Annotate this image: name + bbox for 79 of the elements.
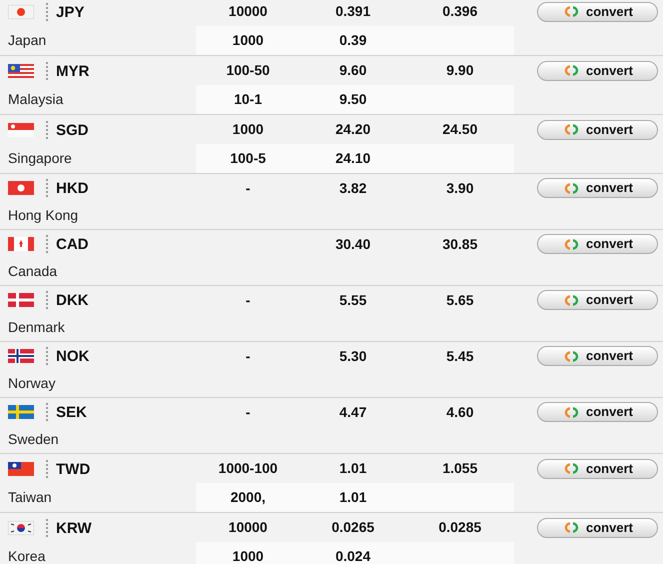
country-name: Singapore: [8, 149, 72, 168]
buy-rate-cell-text: 0.0265: [332, 518, 374, 537]
country-name: Sweden: [8, 430, 59, 449]
sell-rate-cell-text: 5.45: [446, 346, 474, 366]
country-name: Korea: [8, 547, 46, 564]
buy-rate-cell-text: 9.50: [339, 90, 367, 109]
currency-code: TWD: [56, 460, 90, 480]
currency-code: DKK: [56, 291, 88, 312]
currency-code: HKD: [56, 179, 88, 200]
buy-rate-cell-text: 9.60: [339, 61, 367, 80]
denomination-cell-text: 10000: [228, 518, 268, 537]
currency-code: NOK: [56, 347, 90, 368]
denomination-cell-text: 100-50: [226, 61, 270, 80]
flag-icon: [8, 405, 34, 419]
buy-rate-cell-text: 3.82: [339, 178, 367, 198]
buy-rate-cell-text: 0.024: [335, 547, 371, 564]
flag-icon: [8, 181, 34, 195]
country-name: Taiwan: [8, 488, 52, 507]
flag-icon: [8, 520, 34, 534]
convert-button[interactable]: convert: [537, 290, 658, 310]
flag-icon: [8, 237, 34, 251]
currency-code: SGD: [56, 120, 89, 141]
denomination-cell-text: -: [246, 290, 250, 310]
buy-rate-cell-text: 24.20: [335, 120, 371, 139]
denomination-cell-text: 1000: [232, 31, 264, 50]
denomination-cell-text: 10000: [228, 2, 268, 21]
convert-button[interactable]: convert: [537, 234, 658, 254]
buy-rate-cell-text: 0.39: [339, 31, 367, 50]
sell-rate-cell-text: 9.90: [446, 61, 474, 80]
denomination-cell-text: 10-1: [234, 90, 262, 109]
sell-rate-cell-text: 24.50: [442, 120, 478, 139]
currency-code: SEK: [56, 403, 87, 424]
denomination-cell-text: 100-5: [230, 149, 266, 168]
buy-rate-cell-text: 30.40: [335, 234, 371, 254]
country-name: Japan: [8, 31, 46, 50]
convert-button[interactable]: convert: [537, 402, 658, 422]
denomination-cell-text: 1000: [232, 547, 264, 564]
buy-rate-cell-text: 1.01: [339, 459, 367, 478]
flag-icon: [8, 64, 34, 78]
denomination-cell-text: 1000: [232, 120, 264, 139]
denomination-cell-text: 2000,: [230, 488, 266, 507]
convert-button[interactable]: convert: [537, 178, 658, 198]
buy-rate-cell-text: 24.10: [335, 149, 371, 168]
convert-button[interactable]: convert: [537, 2, 658, 22]
currency-code: JPY: [56, 2, 84, 23]
country-name: Norway: [8, 374, 56, 393]
country-name: Malaysia: [8, 90, 64, 109]
flag-icon: [8, 349, 34, 363]
sell-rate-cell-text: 4.60: [446, 402, 474, 422]
buy-rate-cell-text: 5.55: [339, 290, 367, 310]
country-name: Denmark: [8, 318, 65, 337]
buy-rate-cell-text: 0.391: [335, 2, 371, 21]
convert-button[interactable]: convert: [537, 60, 658, 80]
country-name: Canada: [8, 262, 58, 281]
sell-rate-cell-text: 1.055: [442, 459, 478, 478]
denomination-cell-text: -: [246, 178, 250, 198]
denomination-cell-text: 1000-100: [218, 459, 278, 478]
flag-icon: [8, 462, 34, 476]
denomination-cell-text: -: [246, 346, 250, 366]
convert-button[interactable]: convert: [537, 120, 658, 140]
flag-icon: [8, 4, 34, 18]
convert-button[interactable]: convert: [537, 518, 658, 538]
flag-icon: [8, 122, 34, 136]
currency-code: KRW: [56, 518, 92, 539]
sell-rate-cell-text: 3.90: [446, 178, 474, 198]
convert-button[interactable]: convert: [537, 458, 658, 478]
sell-rate-cell-text: 5.65: [446, 290, 474, 310]
currency-code: CAD: [56, 235, 88, 256]
denomination-cell-text: -: [246, 402, 250, 422]
sell-rate-cell-text: 0.396: [442, 2, 478, 21]
currency-code: MYR: [56, 62, 90, 82]
sell-rate-cell-text: 0.0285: [438, 518, 482, 537]
buy-rate-cell-text: 4.47: [339, 402, 367, 422]
convert-button[interactable]: convert: [537, 346, 658, 366]
buy-rate-cell-text: 1.01: [339, 488, 367, 507]
sell-rate-cell-text: 30.85: [442, 234, 478, 254]
country-name: Hong Kong: [8, 206, 78, 225]
buy-rate-cell-text: 5.30: [339, 346, 367, 366]
flag-icon: [8, 293, 34, 307]
